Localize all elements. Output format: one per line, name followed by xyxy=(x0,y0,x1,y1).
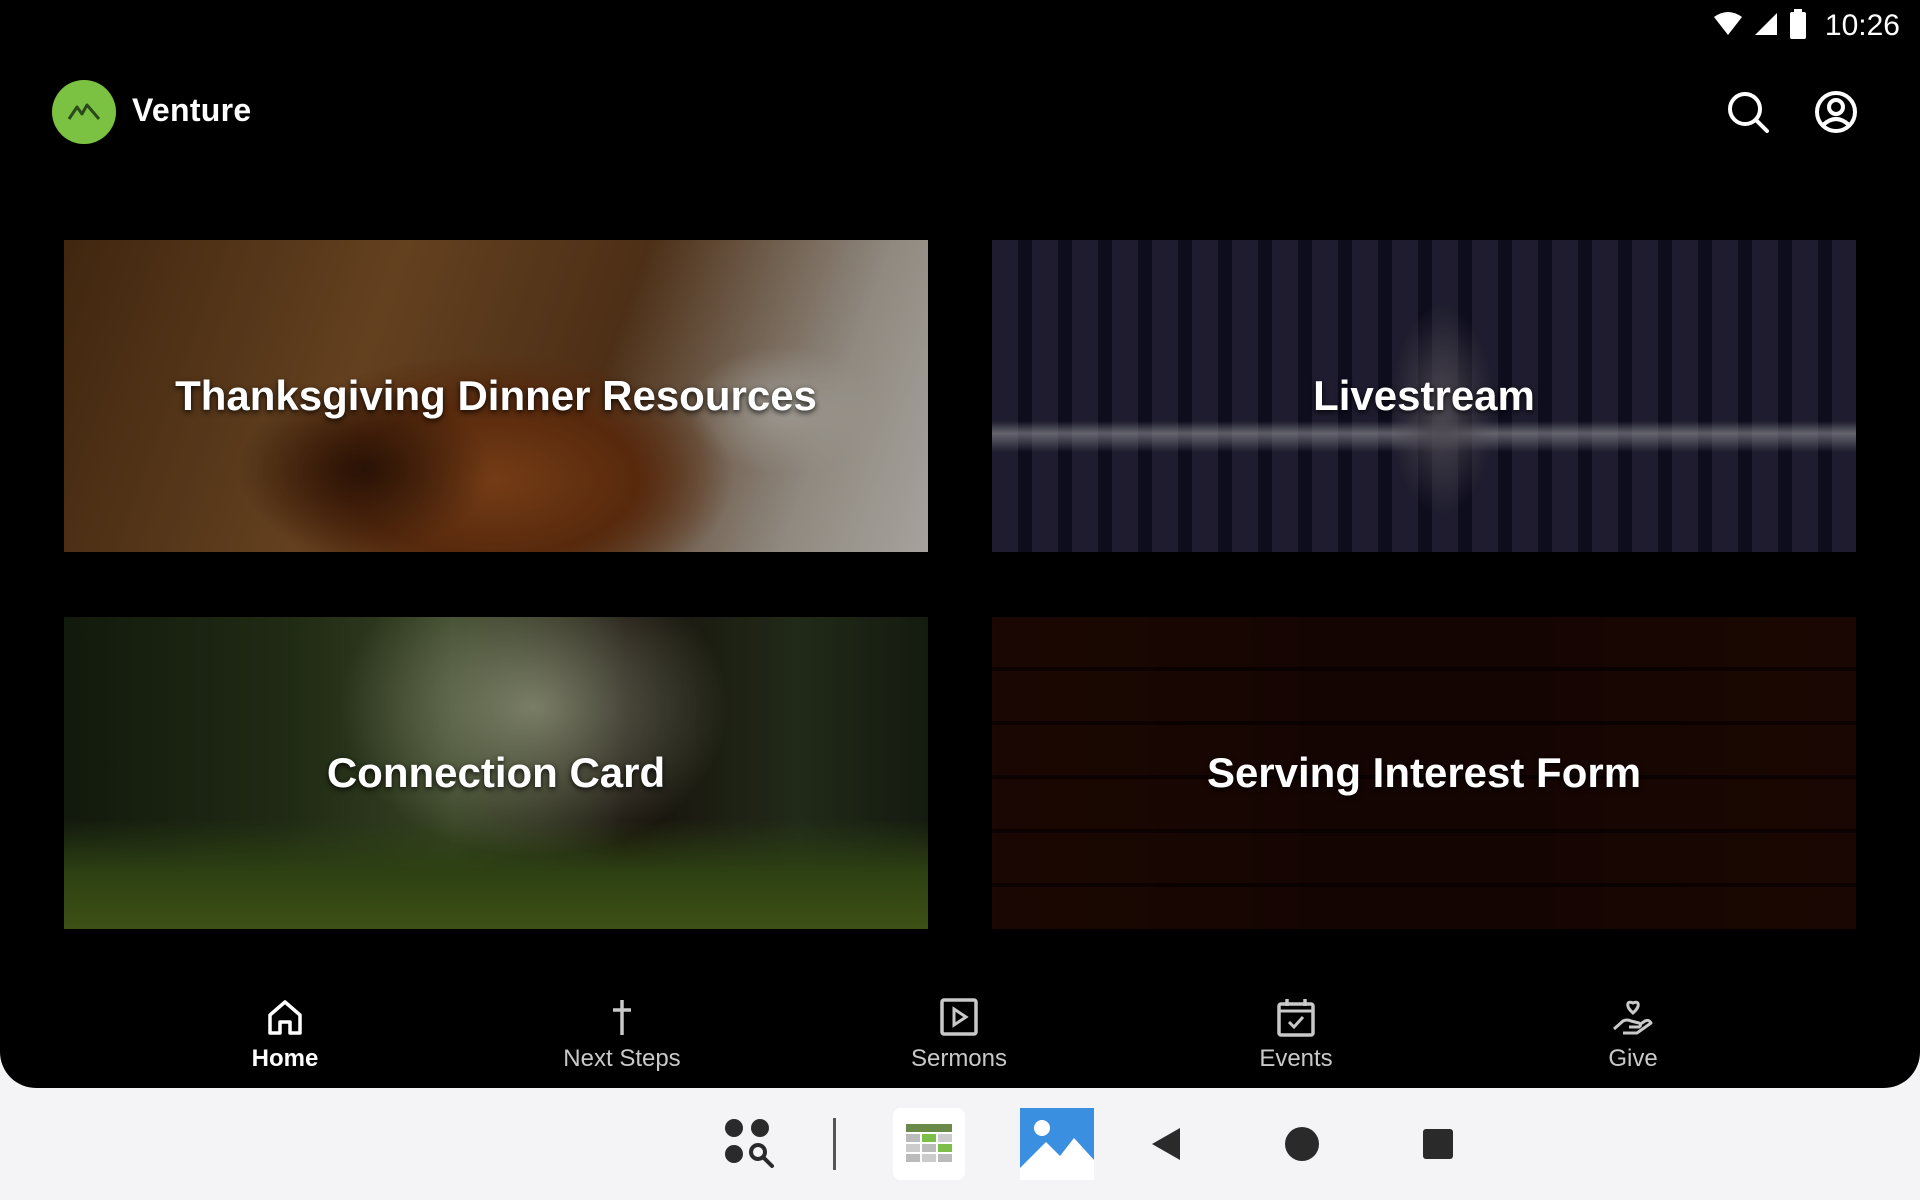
status-icons: 10:26 xyxy=(1713,8,1900,44)
card-title: Connection Card xyxy=(326,749,666,796)
venture-logo[interactable] xyxy=(52,80,116,144)
recents-button[interactable] xyxy=(1418,1108,1458,1180)
apps-search-icon xyxy=(725,1119,774,1168)
card-livestream[interactable]: Livestream xyxy=(992,240,1856,552)
brand-name: Venture xyxy=(132,92,252,128)
nav-label: Give xyxy=(1608,1045,1658,1072)
account-button[interactable] xyxy=(1810,86,1862,138)
battery-icon xyxy=(1789,8,1807,44)
calendar-check-icon xyxy=(1196,993,1396,1041)
give-hand-icon xyxy=(1533,993,1733,1041)
home-icon xyxy=(185,993,385,1041)
cell-signal-icon xyxy=(1753,11,1779,42)
search-button[interactable] xyxy=(1722,86,1774,138)
nav-give[interactable]: Give xyxy=(1533,993,1733,1073)
back-triangle-icon xyxy=(1152,1128,1180,1160)
status-time: 10:26 xyxy=(1824,9,1900,42)
card-title: Serving Interest Form xyxy=(1206,749,1642,796)
back-button[interactable] xyxy=(1146,1108,1186,1180)
card-title: Thanksgiving Dinner Resources xyxy=(175,372,817,419)
status-bar: 10:26 xyxy=(0,0,1920,52)
app-window: 10:26 Venture Thanksgiving Dinner Resour… xyxy=(0,0,1920,1088)
nav-next-steps[interactable]: Next Steps xyxy=(522,993,722,1073)
app-header: Venture xyxy=(52,80,1862,144)
app-drawer-search-button[interactable] xyxy=(718,1108,782,1180)
nav-events[interactable]: Events xyxy=(1196,993,1396,1073)
search-icon xyxy=(1728,92,1769,133)
recents-square-icon xyxy=(1423,1129,1453,1159)
nav-home[interactable]: Home xyxy=(185,993,385,1073)
taskbar-divider xyxy=(830,1108,838,1180)
card-connection-card[interactable]: Connection Card xyxy=(64,617,928,929)
card-serving-interest-form[interactable]: Serving Interest Form xyxy=(992,617,1856,929)
account-circle-icon xyxy=(1815,91,1857,133)
home-circle-icon xyxy=(1285,1127,1319,1161)
wifi-icon xyxy=(1713,11,1743,42)
home-system-button[interactable] xyxy=(1282,1108,1322,1180)
nav-label: Home xyxy=(251,1045,319,1072)
play-box-icon xyxy=(859,993,1059,1041)
card-thanksgiving-dinner-resources[interactable]: Thanksgiving Dinner Resources xyxy=(64,240,928,552)
calendar-app-icon[interactable] xyxy=(892,1108,966,1180)
mountain-icon xyxy=(67,103,101,120)
nav-label: Events xyxy=(1259,1045,1333,1072)
card-title: Livestream xyxy=(1313,372,1535,419)
cross-icon xyxy=(522,993,722,1041)
gallery-app-icon[interactable] xyxy=(1020,1108,1094,1180)
system-navigation-bar xyxy=(0,1088,1920,1200)
nav-label: Next Steps xyxy=(563,1045,681,1072)
nav-label: Sermons xyxy=(910,1045,1008,1072)
bottom-navigation: Home Next Steps Sermons Events Give xyxy=(0,975,1920,1088)
nav-sermons[interactable]: Sermons xyxy=(859,993,1059,1073)
